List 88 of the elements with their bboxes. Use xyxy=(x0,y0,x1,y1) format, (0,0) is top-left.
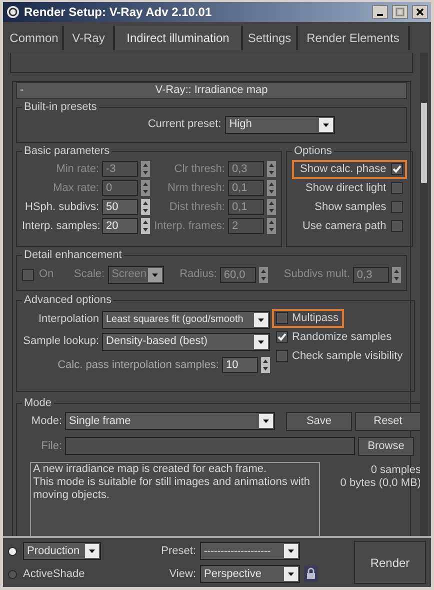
spinner-icon[interactable] xyxy=(267,199,276,215)
render-button[interactable]: Render xyxy=(354,541,426,584)
window-title: Render Setup: V-Ray Adv 2.10.01 xyxy=(24,4,213,21)
field-label: Clr thresh: xyxy=(173,162,226,177)
checkbox-label: On xyxy=(39,267,54,282)
checkbox[interactable] xyxy=(22,268,34,280)
close-icon xyxy=(414,6,426,18)
spinner-icon[interactable] xyxy=(141,161,150,177)
field-label: Sample lookup: xyxy=(22,334,100,350)
group-title: Detail enhancement xyxy=(23,248,123,263)
spinner-icon[interactable] xyxy=(392,266,401,282)
checkbox-label: Multipass xyxy=(292,310,338,326)
group-title: Basic parameters xyxy=(23,144,111,159)
dropdown[interactable]: -------------------- xyxy=(200,542,300,560)
field-label: Scale: xyxy=(74,267,106,282)
field-label: HSph. subdivs: xyxy=(24,200,100,215)
checkbox-label: Randomize samples xyxy=(292,330,392,345)
spinner-icon[interactable] xyxy=(267,161,276,177)
field-label: Mode: xyxy=(30,414,62,429)
scrollbar-thumb[interactable] xyxy=(421,103,427,183)
field-label: Current preset: xyxy=(148,117,222,132)
checkbox[interactable] xyxy=(391,182,404,194)
minimize-button[interactable] xyxy=(372,5,388,19)
field-label: Interp. frames: xyxy=(153,218,226,234)
field-label: Nrm thresh: xyxy=(166,180,226,196)
number-field[interactable]: 20 xyxy=(102,218,138,234)
checkbox-label: Show direct light xyxy=(306,180,386,196)
button[interactable]: Reset xyxy=(355,412,420,430)
checkbox[interactable] xyxy=(391,163,404,175)
group-title: Built-in presets xyxy=(23,100,98,115)
spinner-icon[interactable] xyxy=(261,356,270,373)
field-label: File: xyxy=(40,438,62,454)
field-label: Subdivs mult. xyxy=(282,267,351,282)
checkbox[interactable] xyxy=(391,220,404,232)
rollout-title: V-Ray:: Irradiance map xyxy=(154,83,269,98)
spinner-icon[interactable] xyxy=(258,266,268,282)
radio-label: ActiveShade xyxy=(23,566,85,582)
maximize-icon xyxy=(394,6,406,18)
field-label: Radius: xyxy=(180,267,218,282)
number-field[interactable]: 10 xyxy=(222,356,258,373)
dropdown[interactable]: Single frame xyxy=(65,412,275,430)
field-label: Calc. pass interpolation samples: xyxy=(58,358,220,372)
spinner-icon[interactable] xyxy=(141,218,150,234)
checkbox[interactable] xyxy=(276,350,288,362)
group-title: Advanced options xyxy=(23,293,112,308)
close-button[interactable] xyxy=(412,5,428,19)
checkbox-label: Use camera path xyxy=(302,218,386,234)
spinner-icon[interactable] xyxy=(141,199,150,215)
radio-button[interactable] xyxy=(8,570,17,578)
rollout-header[interactable]: - V-Ray:: Irradiance map xyxy=(16,82,407,99)
dropdown[interactable]: Production xyxy=(23,542,101,560)
minimize-icon xyxy=(377,14,383,16)
input-field[interactable] xyxy=(65,437,355,455)
dropdown[interactable]: Density-based (best) xyxy=(102,332,270,350)
checkbox-label: Check sample visibility xyxy=(292,348,403,364)
spinner-icon[interactable] xyxy=(267,180,276,196)
checkbox[interactable] xyxy=(391,201,404,213)
app-icon xyxy=(6,5,20,19)
button[interactable]: Browse xyxy=(358,436,414,456)
checkbox[interactable] xyxy=(276,312,288,324)
dropdown[interactable]: Least squares fit (good/smooth xyxy=(102,310,270,328)
field-label: Max rate: xyxy=(52,180,100,196)
field-label: Min rate: xyxy=(55,162,100,177)
checkbox-label: Show samples xyxy=(314,200,386,215)
field-label: Preset: xyxy=(160,544,196,559)
dropdown[interactable]: Perspective xyxy=(200,565,300,583)
field-label: Dist thresh: xyxy=(168,200,226,215)
checkbox[interactable] xyxy=(276,331,288,343)
spinner-icon[interactable] xyxy=(267,218,276,234)
number-field[interactable]: 50 xyxy=(102,199,138,215)
spinner-icon[interactable] xyxy=(141,180,150,196)
group-title: Mode xyxy=(23,396,53,411)
memory-size: 0 bytes (0,0 MB) xyxy=(340,476,420,490)
dropdown[interactable]: High xyxy=(225,116,336,134)
scrollbar[interactable] xyxy=(420,53,428,536)
button[interactable]: Save xyxy=(286,412,352,430)
field-label: Interp. samples: xyxy=(22,218,102,234)
number-field[interactable]: 0,3 xyxy=(352,266,389,282)
checkbox-label: Show calc. phase xyxy=(300,162,386,177)
lock-icon[interactable] xyxy=(304,566,318,582)
group-title: Options xyxy=(293,144,333,159)
collapse-toggle[interactable]: - xyxy=(20,82,30,99)
tab[interactable]: Indirect illumination xyxy=(115,26,243,50)
field-label: View: xyxy=(168,566,196,582)
description-box: A new irradiance map is created for each frame. This mode is suitable for still images and animations with moving objects. xyxy=(30,462,320,536)
number-field[interactable]: 60,0 xyxy=(220,266,256,282)
radio-button[interactable] xyxy=(8,546,17,556)
field-label: Interpolation xyxy=(37,312,100,328)
